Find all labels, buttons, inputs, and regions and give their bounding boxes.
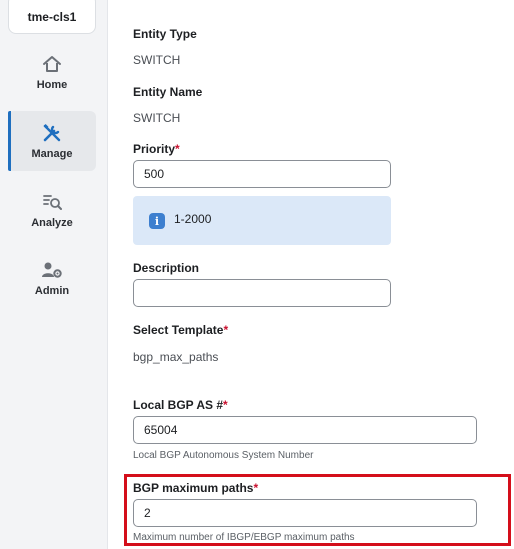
sidebar-item-admin[interactable]: Admin bbox=[8, 248, 96, 308]
required-marker: * bbox=[253, 481, 259, 495]
template-value: bgp_max_paths bbox=[133, 350, 219, 364]
sidebar: tme-cls1 Home Manage Analyze Admin bbox=[0, 0, 108, 549]
required-marker: * bbox=[175, 142, 180, 156]
required-marker: * bbox=[223, 323, 229, 337]
sidebar-item-manage[interactable]: Manage bbox=[8, 111, 96, 171]
sidebar-item-analyze[interactable]: Analyze bbox=[8, 180, 96, 240]
priority-input[interactable]: 500 bbox=[133, 160, 391, 188]
description-label: Description bbox=[133, 261, 200, 275]
sidebar-item-label: Analyze bbox=[31, 217, 73, 229]
entity-type-value: SWITCH bbox=[133, 53, 181, 67]
switch-policy-form: Entity Type SWITCH Entity Name SWITCH Pr… bbox=[133, 0, 514, 549]
cluster-name: tme-cls1 bbox=[27, 10, 77, 24]
analyze-icon bbox=[41, 191, 63, 213]
local-bgp-as-input[interactable]: 65004 bbox=[133, 416, 477, 444]
tools-icon bbox=[41, 122, 63, 144]
priority-range-text: 1-2000 bbox=[174, 212, 212, 226]
sidebar-item-label: Home bbox=[36, 79, 68, 91]
sidebar-item-label: Admin bbox=[34, 285, 70, 297]
cluster-selector[interactable]: tme-cls1 bbox=[8, 0, 96, 34]
local-bgp-as-label: Local BGP AS #* bbox=[133, 398, 228, 412]
priority-label: Priority* bbox=[133, 142, 180, 156]
info-icon: i bbox=[149, 213, 165, 229]
admin-icon bbox=[41, 259, 63, 281]
home-icon bbox=[41, 53, 63, 75]
local-bgp-as-helper: Local BGP Autonomous System Number bbox=[133, 450, 314, 461]
description-input[interactable] bbox=[133, 279, 391, 307]
bgp-max-paths-label: BGP maximum paths* bbox=[133, 481, 259, 495]
sidebar-item-label: Manage bbox=[31, 148, 73, 160]
entity-name-label: Entity Name bbox=[133, 85, 203, 99]
entity-name-value: SWITCH bbox=[133, 111, 181, 125]
entity-type-label: Entity Type bbox=[133, 27, 197, 41]
sidebar-item-home[interactable]: Home bbox=[8, 42, 96, 102]
priority-range-info: i 1-2000 bbox=[133, 196, 391, 245]
bgp-max-paths-helper: Maximum number of IBGP/EBGP maximum path… bbox=[133, 532, 355, 543]
select-template-label: Select Template* bbox=[133, 323, 229, 337]
bgp-max-paths-input[interactable]: 2 bbox=[133, 499, 477, 527]
required-marker: * bbox=[223, 398, 228, 412]
